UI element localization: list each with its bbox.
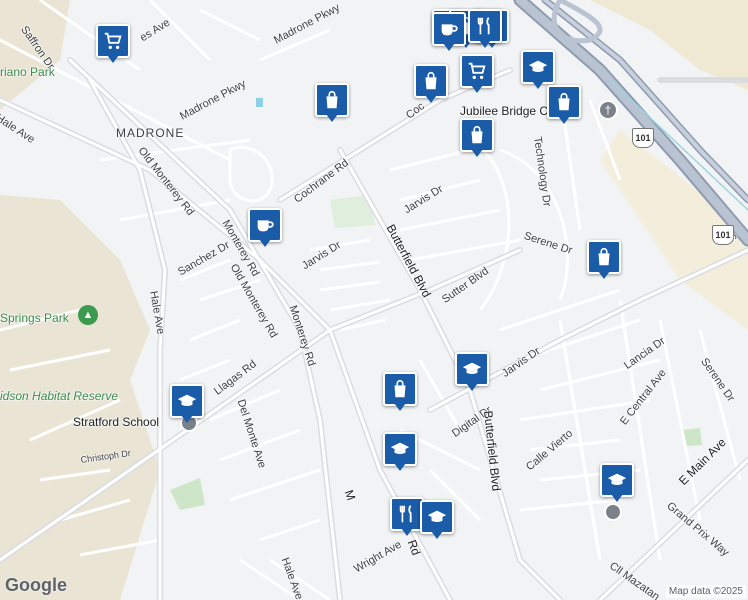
- cart-icon: [96, 24, 130, 58]
- school-pin[interactable]: [420, 500, 454, 540]
- shopping-pin[interactable]: [383, 372, 417, 412]
- pond: [256, 98, 263, 107]
- cafe-pin[interactable]: [248, 208, 282, 248]
- shopping-cart-pin[interactable]: [460, 54, 494, 94]
- pin-tip: [466, 383, 478, 391]
- fork-icon: [468, 9, 502, 43]
- park-label-springs: Springs Park: [0, 311, 69, 325]
- pin-tip: [181, 415, 193, 423]
- pin-tip: [401, 528, 413, 536]
- pin-tip: [425, 95, 437, 103]
- school-pin[interactable]: [521, 50, 555, 90]
- cap-icon: [600, 463, 634, 497]
- shopping-pin[interactable]: [587, 240, 621, 280]
- school-pin[interactable]: [600, 463, 634, 503]
- pin-tip: [107, 55, 119, 63]
- school-pin[interactable]: [455, 352, 489, 392]
- route-shield-101b: 101: [712, 225, 734, 245]
- map-attribution: Map data ©2025: [665, 585, 746, 598]
- pin-tip: [443, 43, 455, 51]
- area-label-madrone: MADRONE: [116, 126, 185, 140]
- restaurant-pin[interactable]: [390, 497, 424, 537]
- pin-tip: [471, 149, 483, 157]
- bag-icon: [460, 118, 494, 152]
- shopping-cart-pin[interactable]: [96, 24, 130, 64]
- church-icon[interactable]: †: [598, 100, 618, 120]
- pin-tip: [259, 239, 271, 247]
- cap-icon: [420, 500, 454, 534]
- cap-icon: [383, 432, 417, 466]
- park-label-habitat-reserve: idson Habitat Reserve: [0, 389, 119, 403]
- shopping-pin[interactable]: [460, 118, 494, 158]
- cup-icon: [248, 208, 282, 242]
- cap-icon: [170, 384, 204, 418]
- pin-tip: [532, 81, 544, 89]
- tree-icon[interactable]: ▲: [78, 305, 98, 325]
- cafe-pin[interactable]: [432, 12, 466, 52]
- school-pin[interactable]: [383, 432, 417, 472]
- poi-label-stratford: Stratford School: [73, 415, 160, 429]
- park-label-briano: riano Park: [0, 65, 55, 79]
- pin-tip: [558, 116, 570, 124]
- cap-icon: [521, 50, 555, 84]
- pin-tip: [611, 494, 623, 502]
- pin-tip: [326, 114, 338, 122]
- bag-icon: [547, 85, 581, 119]
- pin-tip: [394, 463, 406, 471]
- route-shield-101: 101: [632, 128, 654, 148]
- cap-icon: [455, 352, 489, 386]
- restaurant-pin[interactable]: [468, 9, 502, 49]
- shopping-pin[interactable]: [547, 85, 581, 125]
- fork-icon: [390, 497, 424, 531]
- google-logo: Google: [5, 575, 67, 595]
- cup-icon: [432, 12, 466, 46]
- school-pin[interactable]: [170, 384, 204, 424]
- park-area: [170, 478, 205, 510]
- bag-icon: [414, 64, 448, 98]
- map-canvas[interactable]: MADRONE Saffron Dr Madrone Pkwy Madrone …: [0, 0, 748, 600]
- poi-label-jubilee: Jubilee Bridge Ch: [460, 104, 555, 118]
- pin-tip: [471, 85, 483, 93]
- pin-tip: [394, 403, 406, 411]
- pin-tip: [431, 531, 443, 539]
- pin-tip: [479, 40, 491, 48]
- pin-tip: [598, 271, 610, 279]
- bag-icon: [587, 240, 621, 274]
- school-dot-icon[interactable]: [604, 503, 622, 521]
- shopping-pin[interactable]: [315, 83, 349, 123]
- cart-icon: [460, 54, 494, 88]
- map-base: [0, 0, 748, 600]
- shopping-pin[interactable]: [414, 64, 448, 104]
- bag-icon: [383, 372, 417, 406]
- bag-icon: [315, 83, 349, 117]
